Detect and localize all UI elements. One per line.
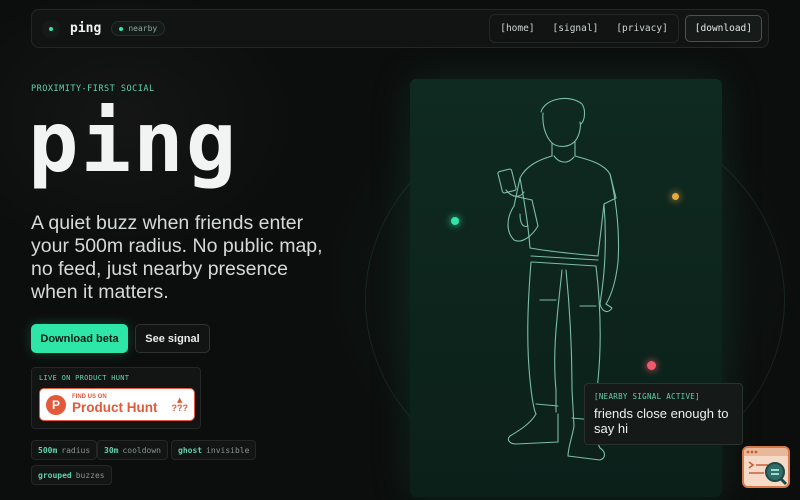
browser-search-icon[interactable] <box>742 446 790 488</box>
signal-card-message: friends close enough to say hi <box>594 406 729 436</box>
nearby-friend-dot-amber <box>672 193 679 200</box>
nearby-signal-card: [NEARBY SIGNAL ACTIVE] friends close eno… <box>584 383 743 445</box>
signal-card-label: [NEARBY SIGNAL ACTIVE] <box>594 392 700 401</box>
nearby-friend-dot-red <box>647 361 656 370</box>
nearby-friend-dot-green <box>451 217 459 225</box>
